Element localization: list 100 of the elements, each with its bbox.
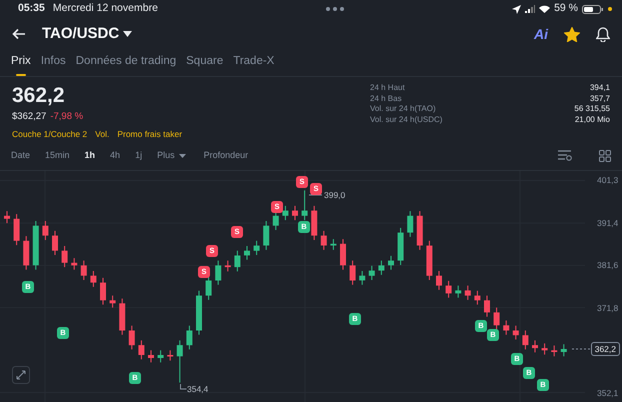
candle bbox=[407, 210, 414, 238]
candle bbox=[167, 350, 174, 362]
candle bbox=[206, 275, 212, 300]
caret-icon bbox=[178, 154, 186, 158]
candle bbox=[158, 350, 164, 363]
candle bbox=[320, 230, 327, 250]
ai-button[interactable]: Ai bbox=[534, 24, 548, 44]
candle bbox=[110, 295, 116, 308]
interval-tab[interactable]: 1h bbox=[84, 148, 96, 162]
stat-value: 394,1 bbox=[588, 83, 610, 94]
stat-label: Vol. sur 24 h(USDC) bbox=[370, 114, 444, 125]
candle bbox=[378, 260, 384, 276]
candle bbox=[52, 230, 58, 256]
candle bbox=[148, 350, 154, 363]
interval-tab[interactable]: Plus bbox=[157, 148, 186, 162]
candle bbox=[302, 190, 308, 221]
indicator-dot-icon bbox=[608, 7, 612, 11]
candle bbox=[542, 342, 548, 356]
indicator-settings-icon[interactable] bbox=[558, 150, 572, 161]
interval-tab[interactable]: 1j bbox=[135, 148, 142, 162]
candle bbox=[224, 260, 231, 272]
stat-label: 24 h Haut bbox=[370, 83, 406, 94]
candle bbox=[32, 220, 39, 270]
status-time: 05:35 bbox=[18, 1, 45, 16]
interval-tab[interactable]: 15min bbox=[45, 148, 70, 162]
location-icon bbox=[512, 4, 522, 14]
candle bbox=[42, 220, 48, 240]
candle bbox=[464, 285, 471, 300]
candle bbox=[436, 270, 442, 290]
battery-icon bbox=[582, 4, 604, 14]
candle bbox=[23, 236, 30, 270]
candle bbox=[398, 227, 404, 266]
tab[interactable]: Données de trading bbox=[76, 54, 176, 76]
candle bbox=[80, 260, 87, 280]
candle bbox=[426, 240, 432, 280]
price-label: 354,4 bbox=[187, 384, 208, 394]
last-price: 362,2 bbox=[12, 85, 66, 106]
back-icon[interactable] bbox=[12, 28, 26, 40]
tag-link[interactable]: Promo frais taker bbox=[117, 128, 182, 141]
candle bbox=[292, 205, 298, 221]
current-price-label: 362,2 bbox=[590, 342, 620, 356]
stat-value: 21,00 Mio bbox=[574, 114, 610, 125]
usd-price: $362,27 bbox=[12, 110, 46, 124]
price-line bbox=[572, 348, 592, 350]
more-dots-icon[interactable] bbox=[326, 7, 344, 11]
leader-line bbox=[180, 384, 187, 390]
candle bbox=[340, 238, 346, 270]
candle bbox=[196, 290, 202, 336]
wifi-icon bbox=[539, 5, 550, 13]
candle bbox=[90, 270, 96, 288]
tag-link[interactable]: Vol. bbox=[95, 128, 110, 141]
candle bbox=[234, 250, 240, 272]
tab[interactable]: Prix bbox=[11, 54, 31, 76]
axis-label: 371,8 bbox=[597, 302, 618, 313]
tab[interactable]: Square bbox=[186, 54, 224, 76]
interval-tab[interactable]: 4h bbox=[110, 148, 120, 162]
stat-label: 24 h Bas bbox=[370, 94, 403, 104]
axis-label: 352,1 bbox=[597, 388, 618, 398]
interval-tab[interactable]: Profondeur bbox=[204, 148, 248, 162]
bell-icon[interactable] bbox=[596, 26, 610, 42]
candle bbox=[455, 285, 462, 298]
candle bbox=[512, 325, 519, 340]
candle bbox=[282, 205, 288, 221]
pair-selector[interactable]: TAO/USDC bbox=[42, 22, 132, 46]
tab[interactable]: Trade-X bbox=[233, 54, 274, 76]
candle bbox=[522, 330, 528, 350]
candle bbox=[494, 307, 500, 330]
candle bbox=[71, 258, 78, 270]
signal-icon bbox=[525, 5, 536, 13]
candle bbox=[503, 320, 510, 336]
candle bbox=[119, 298, 126, 336]
caret-icon bbox=[123, 31, 132, 37]
candle bbox=[560, 344, 567, 357]
candle bbox=[263, 220, 270, 250]
candle bbox=[254, 240, 260, 256]
candle bbox=[416, 210, 423, 250]
candle bbox=[138, 340, 144, 360]
tag-link[interactable]: Couche 1/Couche 2 bbox=[12, 128, 88, 141]
candle bbox=[14, 214, 20, 246]
price-change: -7,98 % bbox=[50, 110, 84, 124]
stat-value: 357,7 bbox=[588, 94, 610, 104]
battery-percent: 59 % bbox=[554, 1, 578, 16]
candle bbox=[368, 265, 375, 280]
candle bbox=[532, 340, 538, 353]
candle bbox=[215, 260, 222, 286]
candle bbox=[474, 290, 480, 306]
candle bbox=[186, 325, 192, 350]
tab[interactable]: Infos bbox=[40, 54, 66, 76]
candle bbox=[446, 280, 452, 298]
star-icon[interactable] bbox=[564, 26, 580, 42]
candle bbox=[62, 246, 68, 268]
candle bbox=[551, 345, 558, 357]
candle bbox=[4, 210, 10, 224]
status-date: Mercredi 12 novembre bbox=[52, 1, 158, 16]
expand-icon[interactable] bbox=[12, 366, 30, 384]
candle bbox=[388, 255, 394, 270]
candle bbox=[359, 270, 366, 286]
interval-tab[interactable]: Date bbox=[11, 148, 30, 162]
candle bbox=[128, 325, 135, 350]
layout-grid-icon[interactable] bbox=[599, 150, 611, 162]
